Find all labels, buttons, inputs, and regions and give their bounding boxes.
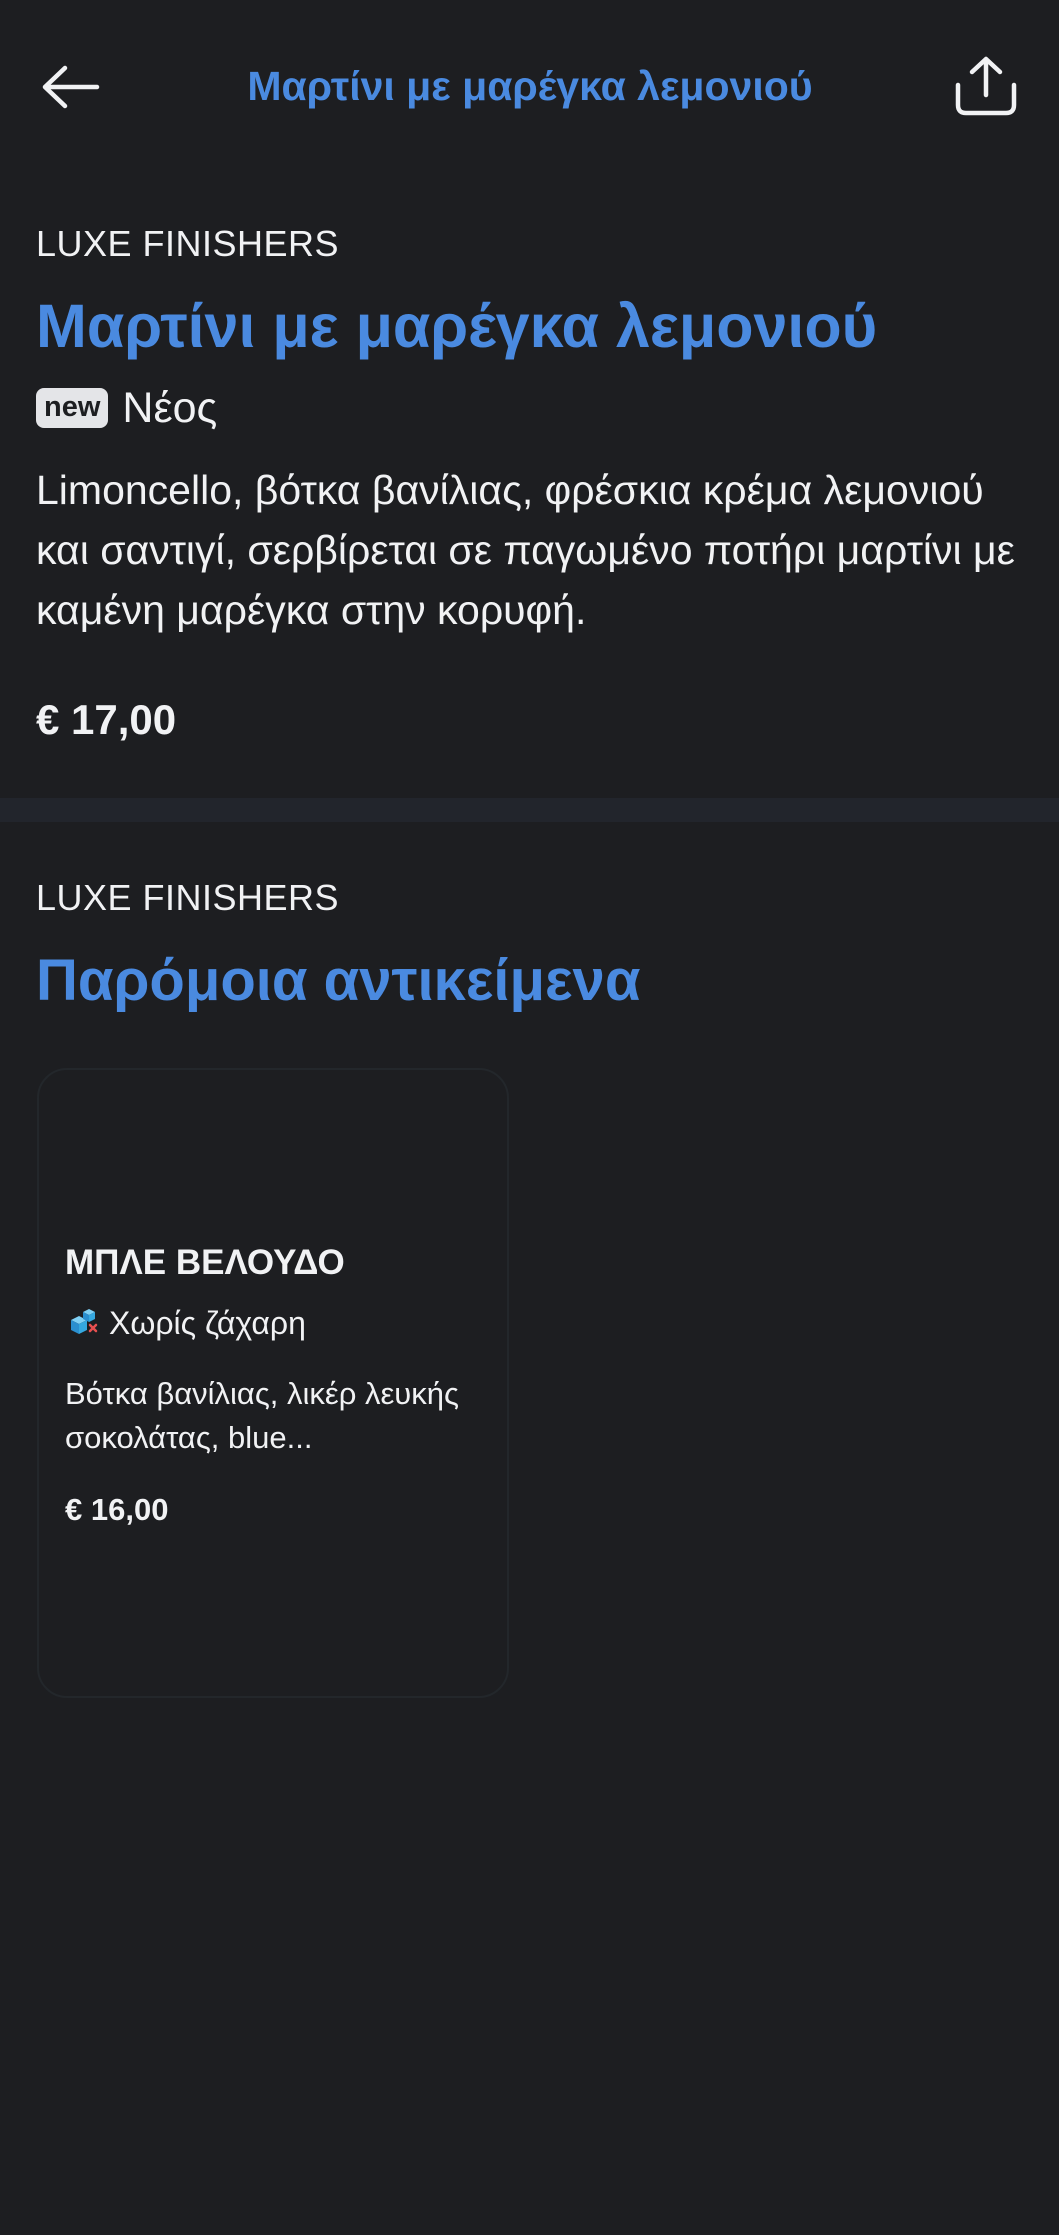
new-badge-row: new Νέος [36, 380, 217, 436]
arrow-left-icon [42, 65, 100, 109]
back-button[interactable] [36, 52, 106, 122]
similar-item-tag: Χωρίς ζάχαρη [65, 1300, 306, 1346]
similar-item-tag-label: Χωρίς ζάχαρη [109, 1304, 306, 1341]
similar-category: LUXE FINISHERS [36, 877, 340, 918]
section-divider [0, 798, 1059, 822]
similar-item-price: € 16,00 [65, 1492, 169, 1527]
new-badge-label: Νέος [122, 384, 218, 432]
share-upload-icon [955, 56, 1017, 116]
sugar-cube-icon [71, 1309, 98, 1334]
product-description: Limoncello, βότκα βανίλιας, φρέσκια κρέμ… [36, 467, 1015, 633]
similar-item-description: Βότκα βανίλιας, λικέρ λευκής σοκολάτας, … [65, 1376, 459, 1455]
product-category: LUXE FINISHERS [36, 223, 340, 264]
product-price: € 17,00 [36, 696, 177, 743]
header-title: Μαρτίνι με μαρέγκα λεμονιού [247, 63, 813, 109]
similar-items-title: Παρόμοια αντικείμενα [36, 948, 641, 1013]
new-badge: new [36, 388, 109, 428]
similar-item-card[interactable]: ΜΠΛΕ ΒΕΛΟΥΔΟ Χωρίς ζάχαρη Βότκα βανίλιας… [37, 1068, 509, 1698]
top-navigation-bar: Μαρτίνι με μαρέγκα λεμονιού [0, 0, 1059, 170]
similar-item-name: ΜΠΛΕ ΒΕΛΟΥΔΟ [65, 1243, 345, 1282]
product-title: Μαρτίνι με μαρέγκα λεμονιού [36, 292, 878, 360]
share-button[interactable] [950, 50, 1022, 122]
